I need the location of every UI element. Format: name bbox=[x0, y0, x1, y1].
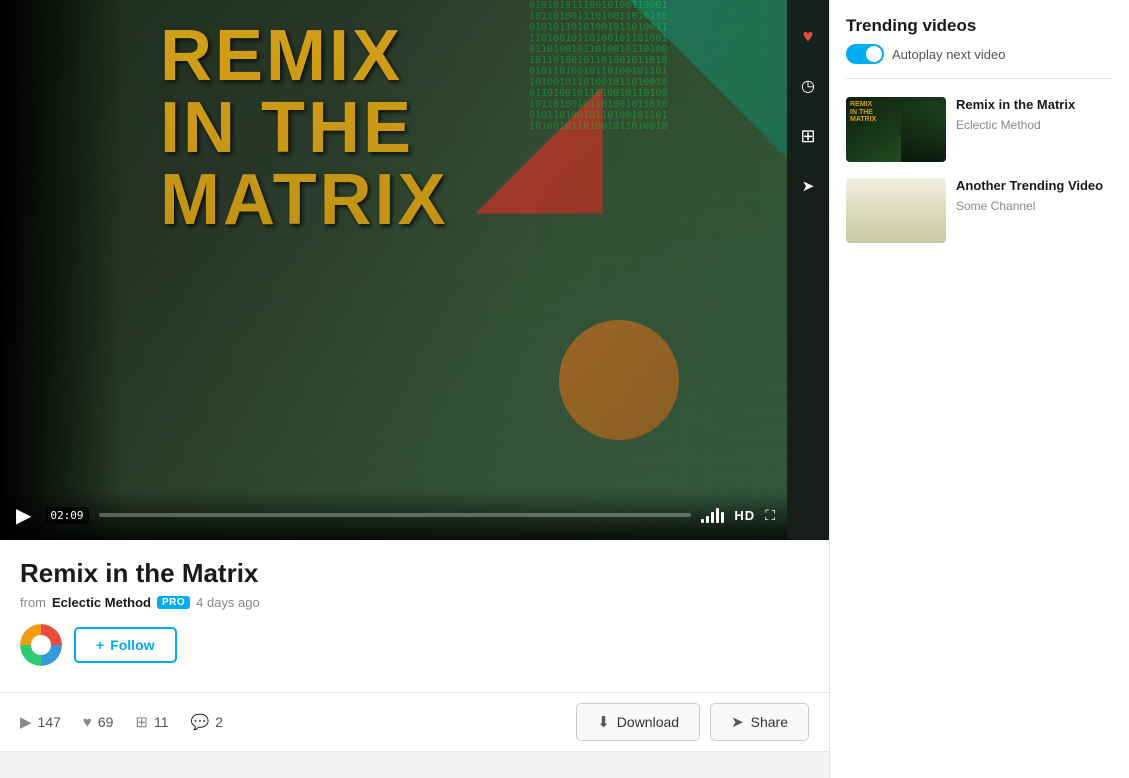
stats-group: ▶ 147 ♥ 69 ⊞ 11 💬 2 bbox=[20, 713, 223, 731]
video-thumbnail: 01010101110010100110001 1011010011101001… bbox=[0, 0, 829, 540]
player-controls: ▶ 02:09 HD ⛶ bbox=[0, 490, 787, 540]
heart-icon: ♥ bbox=[803, 26, 814, 47]
vol-bar-2 bbox=[706, 516, 709, 523]
autoplay-toggle[interactable] bbox=[846, 44, 884, 64]
download-icon: ⬇ bbox=[597, 713, 610, 731]
heart-stat-icon: ♥ bbox=[83, 714, 92, 731]
trending-video-title-2: Another Trending Video bbox=[956, 178, 1103, 195]
comment-stat-icon: 💬 bbox=[191, 713, 210, 731]
thumb-person-silhouette bbox=[901, 107, 946, 162]
video-bg: 01010101110010100110001 1011010011101001… bbox=[0, 0, 829, 540]
video-player[interactable]: 01010101110010100110001 1011010011101001… bbox=[0, 0, 829, 540]
likes-stat[interactable]: ♥ 69 bbox=[83, 714, 113, 731]
download-label: Download bbox=[617, 714, 679, 730]
vol-bar-5 bbox=[721, 512, 724, 523]
share-btn-icon: ➤ bbox=[731, 713, 744, 731]
stats-actions-row: ▶ 147 ♥ 69 ⊞ 11 💬 2 ⬇ bbox=[0, 693, 829, 752]
pro-badge: PRO bbox=[157, 596, 190, 609]
trending-video-channel-2: Some Channel bbox=[956, 199, 1103, 213]
layers-icon: ⊞ bbox=[800, 126, 815, 147]
channel-name-meta[interactable]: Eclectic Method bbox=[52, 595, 151, 610]
collections-stat[interactable]: ⊞ 11 bbox=[135, 713, 168, 731]
trending-video-channel-1: Eclectic Method bbox=[956, 118, 1075, 132]
collections-icon-btn[interactable]: ⊞ bbox=[792, 120, 824, 152]
play-icon: ▶ bbox=[16, 503, 31, 528]
video-meta: from Eclectic Method PRO 4 days ago bbox=[20, 595, 809, 610]
comments-count: 2 bbox=[215, 714, 223, 730]
play-stat-icon: ▶ bbox=[20, 713, 32, 731]
comments-stat[interactable]: 💬 2 bbox=[191, 713, 223, 731]
channel-avatar[interactable] bbox=[20, 624, 62, 666]
trending-thumb-1: REMIXIN THEMATRIX bbox=[846, 97, 946, 162]
download-button[interactable]: ⬇ Download bbox=[576, 703, 700, 741]
trending-video-card-2[interactable]: Another Trending Video Some Channel bbox=[846, 170, 1113, 251]
thumb-title-text: REMIXIN THEMATRIX bbox=[850, 101, 876, 124]
plays-stat: ▶ 147 bbox=[20, 713, 61, 731]
content-area: 01010101110010100110001 1011010011101001… bbox=[0, 0, 829, 778]
video-info: Remix in the Matrix from Eclectic Method… bbox=[0, 540, 829, 693]
toggle-knob bbox=[866, 46, 882, 62]
like-icon-btn[interactable]: ♥ bbox=[792, 20, 824, 52]
follow-plus-icon: + bbox=[96, 637, 104, 653]
trending-divider bbox=[846, 78, 1113, 79]
thumb2-inner bbox=[846, 178, 946, 243]
play-button[interactable]: ▶ bbox=[12, 499, 35, 532]
share-icon-btn[interactable]: ➤ bbox=[792, 170, 824, 202]
layers-stat-icon: ⊞ bbox=[135, 713, 148, 731]
trending-video-info-2: Another Trending Video Some Channel bbox=[956, 178, 1103, 243]
time-display: 02:09 bbox=[45, 507, 88, 524]
plays-count: 147 bbox=[38, 714, 61, 730]
vol-bar-1 bbox=[701, 519, 704, 523]
matrix-overlay bbox=[0, 0, 829, 540]
main-layout: 01010101110010100110001 1011010011101001… bbox=[0, 0, 1129, 778]
likes-count: 69 bbox=[98, 714, 114, 730]
actions-group: ⬇ Download ➤ Share bbox=[576, 703, 809, 741]
hd-badge: HD bbox=[734, 508, 755, 523]
trending-video-card-1[interactable]: REMIXIN THEMATRIX Remix in the Matrix Ec… bbox=[846, 89, 1113, 170]
progress-bar[interactable] bbox=[99, 513, 692, 517]
follow-label: Follow bbox=[110, 637, 154, 653]
autoplay-row: Autoplay next video bbox=[846, 44, 1113, 64]
share-button[interactable]: ➤ Share bbox=[710, 703, 809, 741]
vol-bar-3 bbox=[711, 512, 714, 523]
trending-header: Trending videos Autoplay next video bbox=[846, 16, 1113, 64]
watchlater-icon-btn[interactable]: ◷ bbox=[792, 70, 824, 102]
fullscreen-button[interactable]: ⛶ bbox=[765, 507, 775, 524]
volume-indicator bbox=[701, 507, 724, 523]
collections-count: 11 bbox=[154, 714, 169, 730]
vol-bar-4 bbox=[716, 508, 719, 523]
trending-title: Trending videos bbox=[846, 16, 1113, 36]
clock-icon: ◷ bbox=[801, 76, 815, 96]
video-sidebar-icons: ♥ ◷ ⊞ ➤ bbox=[787, 0, 829, 540]
time-ago: 4 days ago bbox=[196, 595, 260, 610]
thumb-matrix-mini: REMIXIN THEMATRIX bbox=[846, 97, 946, 162]
autoplay-label: Autoplay next video bbox=[892, 47, 1005, 62]
send-icon: ➤ bbox=[802, 177, 815, 195]
follow-button[interactable]: + Follow bbox=[74, 627, 177, 663]
fullscreen-icon: ⛶ bbox=[765, 507, 775, 523]
trending-video-info-1: Remix in the Matrix Eclectic Method bbox=[956, 97, 1075, 162]
trending-video-title-1: Remix in the Matrix bbox=[956, 97, 1075, 114]
sidebar: Trending videos Autoplay next video REMI… bbox=[829, 0, 1129, 778]
trending-thumb-2 bbox=[846, 178, 946, 243]
share-label: Share bbox=[751, 714, 788, 730]
video-title: Remix in the Matrix bbox=[20, 558, 809, 589]
channel-row: + Follow bbox=[20, 624, 809, 680]
avatar-inner bbox=[20, 624, 62, 666]
avatar-circle bbox=[31, 635, 51, 655]
from-label: from bbox=[20, 595, 46, 610]
